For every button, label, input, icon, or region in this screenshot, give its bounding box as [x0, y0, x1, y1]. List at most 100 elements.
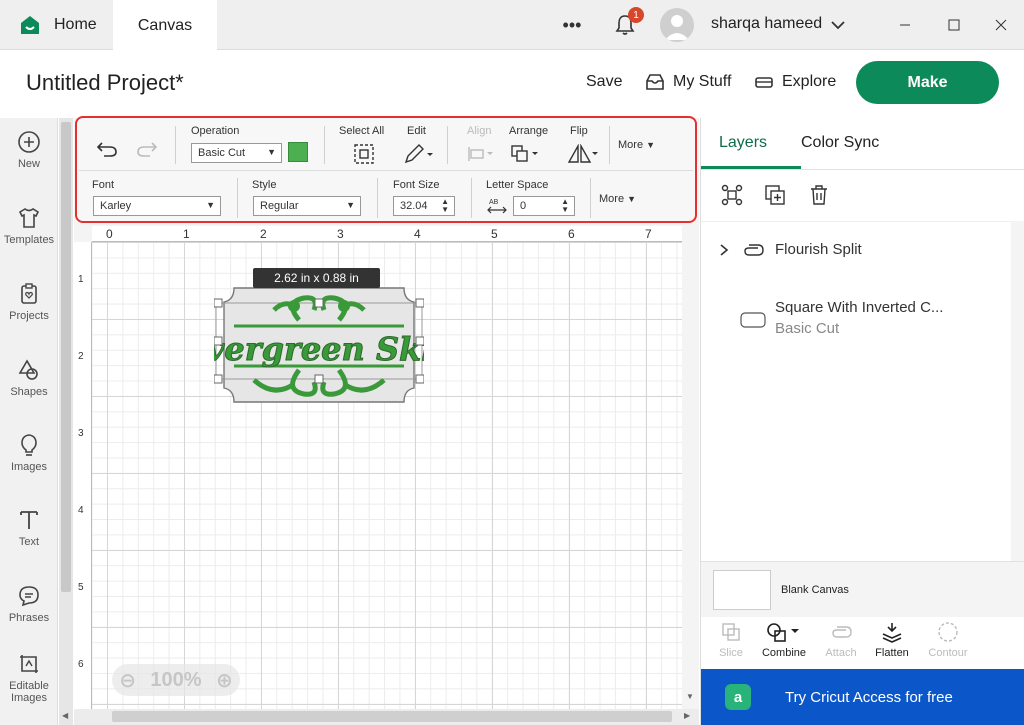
tab-home[interactable]: Home [0, 0, 112, 50]
explore-icon [755, 77, 773, 88]
slice-button: Slice [701, 621, 761, 659]
my-stuff-label: My Stuff [673, 73, 732, 90]
flip-icon[interactable] [567, 144, 599, 164]
size-tooltip: 2.62 in x 0.88 in [253, 268, 380, 288]
style-select[interactable]: Regular ▼ [253, 196, 361, 216]
sidebar-item-editable-images[interactable]: Editable Images [0, 652, 58, 704]
explore-button[interactable]: Explore [754, 73, 836, 91]
layer-row[interactable]: Square With Inverted C... Basic Cut [701, 288, 1011, 348]
zoom-out-icon[interactable]: ⊖ [119, 668, 136, 693]
font-value: Karley [100, 200, 132, 212]
layer-operation: Basic Cut [775, 320, 840, 337]
my-stuff-button[interactable]: My Stuff [645, 73, 731, 91]
sidebar-item-images[interactable]: Images [0, 433, 58, 473]
right-panel: Layers Color Sync Flourish Split Square … [700, 118, 1024, 725]
project-title[interactable]: Untitled Project* [26, 70, 184, 96]
blank-canvas-thumbnail[interactable] [713, 570, 771, 610]
chat-bubble-icon [19, 586, 39, 607]
sidebar-item-label: Shapes [10, 386, 48, 398]
combine-button[interactable]: Combine [754, 621, 814, 659]
flatten-icon [882, 623, 902, 643]
tab-home-label: Home [54, 16, 97, 33]
toolbar-divider [471, 178, 472, 218]
sidebar-item-label: New [17, 158, 40, 170]
operation-color-swatch[interactable] [288, 142, 308, 162]
contour-button: Contour [918, 621, 978, 659]
svg-text:AB: AB [489, 199, 499, 206]
save-button[interactable]: Save [586, 73, 622, 91]
tab-color-sync[interactable]: Color Sync [801, 134, 879, 152]
chevron-down-icon[interactable] [825, 12, 851, 38]
cricut-access-banner[interactable]: a Try Cricut Access for free [701, 669, 1024, 725]
ruler-tick: 2 [260, 227, 267, 241]
design-text: Evergreen Skin [214, 330, 424, 368]
toolbar-divider [175, 126, 176, 164]
more-button-2[interactable]: More ▼ [599, 193, 636, 205]
operation-label: Operation [191, 125, 240, 137]
design-selection[interactable]: Evergreen Skin [214, 280, 424, 434]
ruler-tick: 1 [78, 274, 84, 285]
make-button[interactable]: Make [856, 61, 999, 104]
sidebar-item-projects[interactable]: Projects [0, 282, 58, 322]
zoom-in-icon[interactable]: ⊕ [216, 668, 233, 693]
blank-canvas-row[interactable]: Blank Canvas [701, 561, 1024, 617]
flatten-button[interactable]: Flatten [862, 621, 922, 659]
letter-space-input[interactable]: 0 ▲ ▼ [513, 196, 575, 216]
sidebar-scrollbar-thumb[interactable] [61, 122, 71, 592]
attach-icon [832, 626, 852, 638]
ruler-tick: 4 [414, 227, 421, 241]
toolbar-divider [377, 178, 378, 218]
arrange-icon[interactable] [510, 144, 540, 164]
chain-link-icon [744, 244, 764, 256]
save-label: Save [586, 73, 623, 90]
layer-row[interactable]: Flourish Split [701, 230, 1011, 270]
close-icon[interactable] [988, 12, 1014, 38]
ruler-tick: 5 [491, 227, 498, 241]
tab-layers[interactable]: Layers [719, 134, 767, 152]
font-size-label: Font Size [393, 179, 440, 191]
sidebar-item-text[interactable]: Text [0, 508, 58, 548]
align-icon [468, 147, 493, 161]
toolbar-row-divider [79, 170, 693, 171]
scroll-down-arrow-icon[interactable]: ▼ [686, 692, 694, 701]
canvas-horizontal-scrollbar-thumb[interactable] [112, 711, 672, 722]
blank-canvas-label: Blank Canvas [781, 584, 849, 596]
sidebar-item-shapes[interactable]: Shapes [0, 358, 58, 398]
duplicate-icon[interactable] [763, 183, 787, 207]
maximize-icon[interactable] [941, 12, 967, 38]
ruler-tick: 6 [568, 227, 575, 241]
edit-pencil-icon[interactable] [403, 143, 435, 165]
more-dots-icon[interactable]: ••• [559, 12, 585, 38]
avatar[interactable] [660, 8, 694, 42]
operation-select[interactable]: Basic Cut ▼ [191, 143, 282, 163]
chevron-right-icon[interactable] [719, 243, 729, 257]
group-icon[interactable] [720, 183, 744, 207]
ruler-tick: 4 [78, 505, 84, 516]
minimize-icon[interactable] [892, 12, 918, 38]
layers-scrollbar[interactable] [1011, 221, 1024, 561]
user-name[interactable]: sharqa hameed [711, 15, 822, 33]
delete-trash-icon[interactable] [807, 183, 831, 207]
sidebar-item-templates[interactable]: Templates [0, 206, 58, 246]
scroll-left-arrow-icon[interactable]: ◀ [62, 711, 68, 720]
stepper-icon[interactable]: ▲ ▼ [441, 198, 449, 214]
dropdown-arrow-icon: ▼ [267, 147, 276, 157]
sidebar-item-phrases[interactable]: Phrases [0, 584, 58, 624]
ruler-left: 1 2 3 4 5 6 [74, 242, 92, 712]
more-label: More [618, 139, 644, 151]
font-size-input[interactable]: 32.04 ▲ ▼ [393, 196, 455, 216]
contour-icon [938, 622, 958, 642]
sidebar-item-new[interactable]: New [0, 130, 58, 170]
select-all-icon[interactable] [353, 143, 375, 165]
undo-icon[interactable] [96, 140, 118, 158]
ruler-tick: 3 [337, 227, 344, 241]
sidebar-item-label: Projects [9, 310, 49, 322]
font-select[interactable]: Karley ▼ [93, 196, 221, 216]
more-button-1[interactable]: More ▼ [618, 139, 655, 151]
dropdown-arrow-icon: ▼ [346, 200, 355, 210]
scroll-right-arrow-icon[interactable]: ▶ [684, 711, 690, 720]
stepper-icon[interactable]: ▲ ▼ [561, 198, 569, 214]
dropdown-arrow-icon: ▼ [627, 194, 637, 204]
layer-name: Flourish Split [775, 241, 862, 258]
tab-canvas[interactable]: Canvas [113, 0, 217, 51]
